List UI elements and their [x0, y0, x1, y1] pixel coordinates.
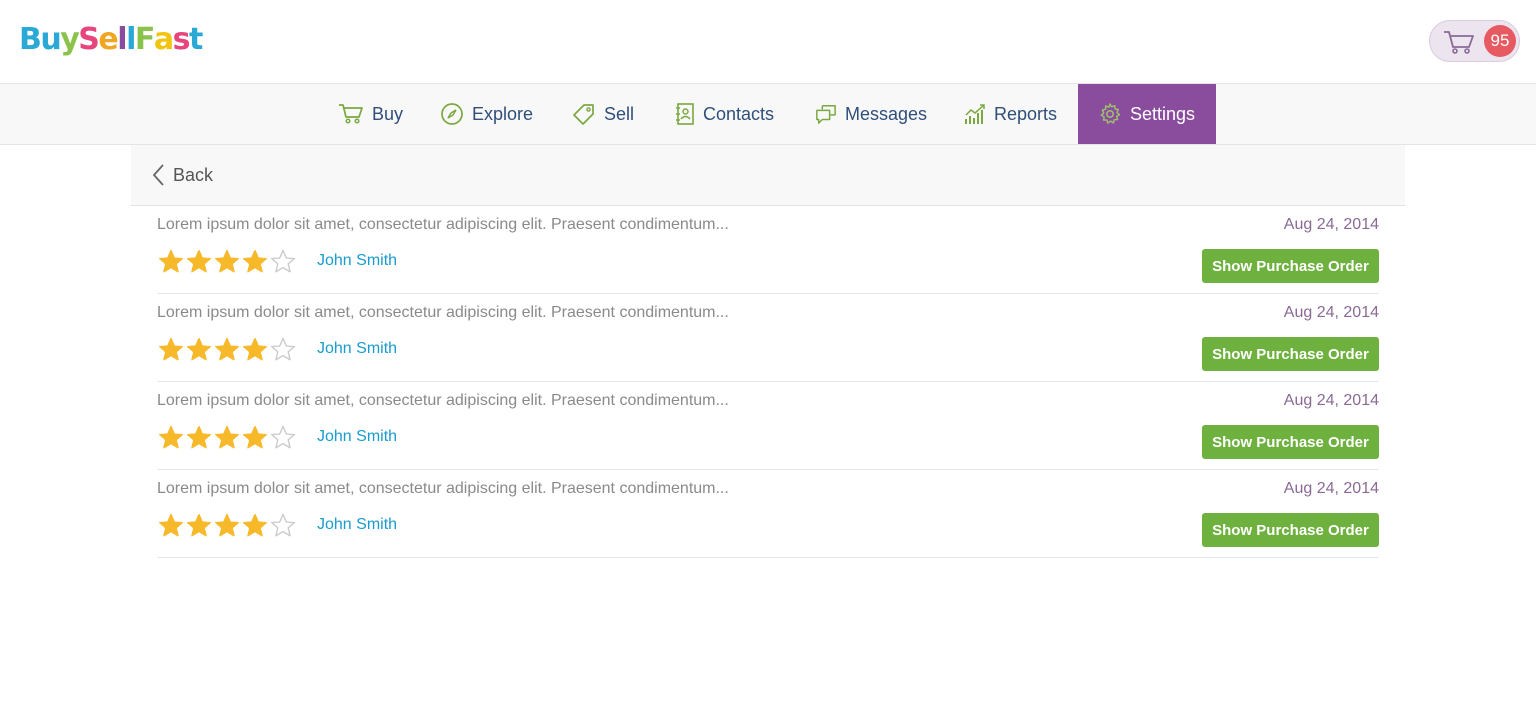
cart-icon: [1444, 31, 1474, 54]
author-link[interactable]: John Smith: [317, 428, 397, 446]
show-purchase-order-button[interactable]: Show Purchase Order: [1202, 513, 1379, 547]
author-link[interactable]: John Smith: [317, 516, 397, 534]
logo-letter: S: [78, 22, 100, 57]
review-date: Aug 24, 2014: [1283, 480, 1379, 497]
star-filled-icon: [243, 337, 267, 361]
nav-item-label: Settings: [1130, 103, 1196, 124]
review-date: Aug 24, 2014: [1283, 304, 1379, 321]
main-nav: Buy Explore Sell Contacts Messages Repor…: [0, 84, 1536, 145]
back-button[interactable]: Back: [151, 162, 213, 188]
logo-letter: s: [172, 22, 191, 57]
star-empty-icon: [271, 513, 295, 537]
chevron-left-icon: [152, 164, 164, 186]
star-filled-icon: [159, 249, 183, 273]
compass-icon: [441, 103, 463, 125]
star-filled-icon: [187, 249, 211, 273]
star-filled-icon: [187, 513, 211, 537]
nav-item-label: Sell: [604, 103, 635, 124]
nav-item-sell[interactable]: Sell: [572, 84, 636, 144]
review-date: Aug 24, 2014: [1283, 216, 1379, 233]
show-purchase-order-button[interactable]: Show Purchase Order: [1202, 249, 1379, 283]
nav-item-buy[interactable]: Buy: [338, 84, 404, 144]
star-filled-icon: [215, 337, 239, 361]
logo-letter: u: [40, 22, 61, 57]
review-text: Lorem ipsum dolor sit amet, consectetur …: [157, 392, 729, 409]
logo-letter: B: [19, 22, 42, 57]
author-link[interactable]: John Smith: [317, 252, 397, 270]
logo-letter: y: [60, 22, 80, 57]
star-filled-icon: [243, 249, 267, 273]
review-text: Lorem ipsum dolor sit amet, consectetur …: [157, 216, 729, 233]
nav-item-label: Contacts: [703, 103, 775, 124]
cart-icon: [339, 104, 363, 124]
review-text: Lorem ipsum dolor sit amet, consectetur …: [157, 480, 729, 497]
star-filled-icon: [187, 337, 211, 361]
gear-icon: [1100, 103, 1121, 124]
nav-item-label: Buy: [372, 103, 404, 124]
tag-icon: [573, 104, 594, 125]
star-filled-icon: [243, 513, 267, 537]
logo-letter: a: [153, 22, 174, 57]
nav-item-settings[interactable]: Settings: [1078, 84, 1216, 144]
cart-count-badge: 95: [1484, 25, 1516, 57]
review-row: Lorem ipsum dolor sit amet, consectetur …: [157, 470, 1379, 558]
show-purchase-order-button[interactable]: Show Purchase Order: [1202, 337, 1379, 371]
back-label: Back: [173, 164, 214, 185]
star-filled-icon: [187, 425, 211, 449]
star-filled-icon: [215, 249, 239, 273]
star-filled-icon: [215, 513, 239, 537]
star-empty-icon: [271, 337, 295, 361]
show-purchase-order-button[interactable]: Show Purchase Order: [1202, 425, 1379, 459]
nav-item-label: Reports: [994, 103, 1058, 124]
rating-stars: [157, 336, 297, 364]
app-header: BuySellFast 95: [0, 0, 1536, 84]
chat-icon: [816, 105, 836, 124]
rating-stars: [157, 424, 297, 452]
star-filled-icon: [159, 337, 183, 361]
review-text: Lorem ipsum dolor sit amet, consectetur …: [157, 304, 729, 321]
logo-letter: t: [188, 22, 203, 57]
bar-chart-icon: [965, 104, 985, 124]
nav-item-label: Explore: [472, 103, 534, 124]
review-date: Aug 24, 2014: [1283, 392, 1379, 409]
nav-item-messages[interactable]: Messages: [815, 84, 927, 144]
rating-stars: [157, 248, 297, 276]
star-filled-icon: [243, 425, 267, 449]
star-filled-icon: [215, 425, 239, 449]
cart-button[interactable]: 95: [1429, 20, 1520, 62]
star-empty-icon: [271, 249, 295, 273]
nav-item-contacts[interactable]: Contacts: [675, 84, 779, 144]
logo-letter: F: [134, 22, 156, 57]
review-row: Lorem ipsum dolor sit amet, consectetur …: [157, 206, 1379, 294]
logo-letter: l: [126, 22, 136, 57]
nav-item-explore[interactable]: Explore: [440, 84, 536, 144]
star-filled-icon: [159, 513, 183, 537]
review-row: Lorem ipsum dolor sit amet, consectetur …: [157, 382, 1379, 470]
author-link[interactable]: John Smith: [317, 340, 397, 358]
address-book-icon: [676, 103, 694, 125]
logo-letter: l: [117, 22, 127, 57]
nav-item-label: Messages: [844, 103, 927, 124]
back-bar: Back: [131, 145, 1405, 206]
review-row: Lorem ipsum dolor sit amet, consectetur …: [157, 294, 1379, 382]
rating-stars: [157, 512, 297, 540]
star-empty-icon: [271, 425, 295, 449]
star-filled-icon: [159, 425, 183, 449]
nav-item-reports[interactable]: Reports: [964, 84, 1062, 144]
logo-letter: e: [98, 22, 118, 57]
logo[interactable]: BuySellFast: [19, 22, 203, 58]
